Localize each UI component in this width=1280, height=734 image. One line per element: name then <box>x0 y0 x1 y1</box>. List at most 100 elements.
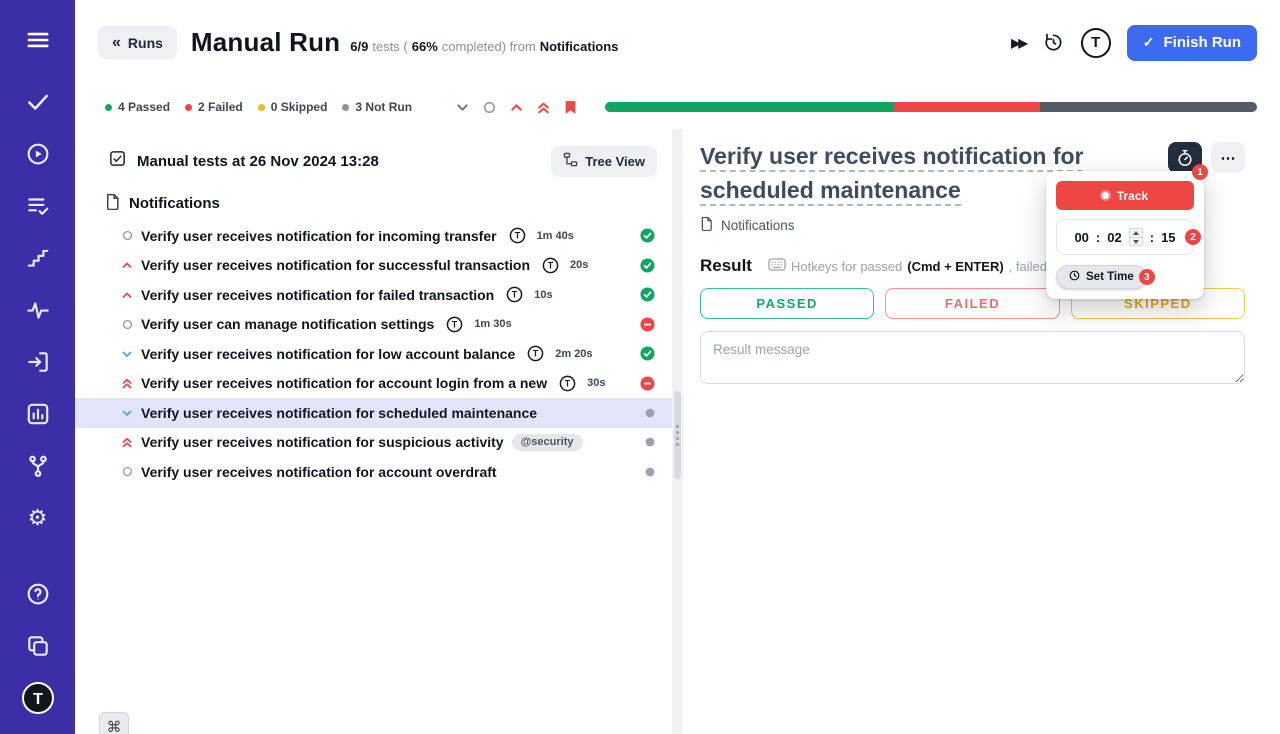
testomat-logo-badge[interactable]: T <box>1080 27 1111 58</box>
priority-low-icon <box>121 348 133 360</box>
test-duration: 1m 40s <box>536 229 574 242</box>
test-row[interactable]: Verify user receives notification for ac… <box>75 369 672 399</box>
bookmark-flag-icon[interactable] <box>561 98 579 116</box>
stepper-down-icon[interactable] <box>1129 237 1142 245</box>
track-time-button[interactable]: Track <box>1056 181 1194 210</box>
test-row[interactable]: Verify user receives notification for lo… <box>75 339 672 369</box>
test-row[interactable]: Verify user receives notification for sc… <box>75 398 672 428</box>
test-duration: 10s <box>534 288 553 301</box>
sidebar: ⚙ T <box>0 0 75 734</box>
count-passed[interactable]: 4 Passed <box>105 100 170 114</box>
testomat-logo[interactable]: T <box>20 680 56 716</box>
stepper-up-icon[interactable] <box>1129 229 1142 237</box>
document-icon <box>105 193 120 214</box>
more-options-button[interactable]: ⋯ <box>1211 142 1245 173</box>
breadcrumb-label: Notifications <box>721 217 795 233</box>
testomat-logo-icon: T <box>527 345 544 362</box>
source-suite: Notifications <box>539 39 619 54</box>
back-to-runs-button[interactable]: « Runs <box>98 26 177 59</box>
documents-icon[interactable] <box>20 628 56 664</box>
svg-text:T: T <box>514 231 520 241</box>
percent-complete: 66% <box>411 39 438 54</box>
step-badge-1: 1 <box>1192 164 1208 180</box>
help-icon[interactable] <box>20 576 56 612</box>
resizer-handle[interactable] <box>674 391 681 479</box>
ellipsis-icon: ⋯ <box>1220 149 1236 167</box>
test-row[interactable]: Verify user receives notification for su… <box>75 251 672 281</box>
status-notrun-icon <box>645 467 655 477</box>
set-time-button[interactable]: Set Time 3 <box>1056 265 1155 289</box>
chevron-down-icon[interactable] <box>453 98 471 116</box>
test-duration: 30s <box>587 377 606 390</box>
rerun-timer-icon[interactable] <box>1042 31 1065 54</box>
test-tag[interactable]: @security <box>511 433 583 451</box>
run-progress-bar[interactable] <box>605 102 1257 112</box>
status-passed-icon <box>640 346 655 361</box>
testomat-logo-icon: T <box>559 375 576 392</box>
result-heading: Result <box>700 256 752 275</box>
test-title: Verify user receives notification for sc… <box>141 404 538 421</box>
milestones-icon[interactable] <box>20 240 56 276</box>
runs-play-icon[interactable] <box>20 136 56 172</box>
count-notrun[interactable]: 3 Not Run <box>342 100 412 114</box>
tree-view-icon <box>563 152 578 170</box>
panel-resizer[interactable] <box>672 129 683 734</box>
priority-normal-filter-icon[interactable] <box>480 98 498 116</box>
priority-critical-filter-icon[interactable] <box>534 98 552 116</box>
fast-forward-icon[interactable]: ▶▶ <box>1011 36 1028 50</box>
run-clipboard-icon <box>108 149 127 173</box>
pulse-icon[interactable] <box>20 292 56 328</box>
branches-icon[interactable] <box>20 448 56 484</box>
test-duration: 20s <box>570 259 589 272</box>
time-seconds[interactable]: 15 <box>1161 230 1175 245</box>
tests-fraction: 6/9 <box>350 39 369 54</box>
record-dot-icon <box>1101 192 1109 199</box>
run-name: Manual tests at 26 Nov 2024 13:28 <box>137 152 379 170</box>
tests-check-icon[interactable] <box>20 84 56 120</box>
minutes-stepper[interactable] <box>1128 228 1143 246</box>
test-row[interactable]: Verify user receives notification for su… <box>75 428 672 458</box>
priority-critical-icon <box>121 377 133 390</box>
settings-gear-icon[interactable]: ⚙ <box>20 500 56 536</box>
testomat-logo-icon: T <box>506 286 523 303</box>
mark-failed-button[interactable]: FAILED <box>885 288 1060 319</box>
finish-run-button[interactable]: ✓ Finish Run <box>1126 24 1257 61</box>
progress-failed-segment <box>894 102 1040 112</box>
menu-icon[interactable] <box>20 22 56 58</box>
test-title: Verify user receives notification for ac… <box>141 375 548 392</box>
test-row[interactable]: Verify user receives notification for fa… <box>75 280 672 310</box>
tree-view-button[interactable]: Tree View <box>551 145 657 177</box>
status-passed-icon <box>640 228 655 243</box>
svg-text:T: T <box>512 290 518 300</box>
priority-low-icon <box>121 407 133 419</box>
stopwatch-button[interactable]: 1 <box>1168 142 1208 180</box>
count-failed[interactable]: 2 Failed <box>185 100 243 114</box>
time-hours[interactable]: 00 <box>1074 230 1088 245</box>
mark-passed-button[interactable]: PASSED <box>700 288 875 319</box>
status-notrun-icon <box>645 408 655 418</box>
priority-critical-icon <box>121 436 133 449</box>
suite-header[interactable]: Notifications <box>75 187 672 219</box>
test-row[interactable]: Verify user can manage notification sett… <box>75 310 672 340</box>
import-icon[interactable] <box>20 344 56 380</box>
command-shortcut-button[interactable]: ⌘ <box>99 712 129 734</box>
priority-normal-icon <box>121 319 133 330</box>
test-title: Verify user receives notification for in… <box>141 227 497 244</box>
main-area: « Runs Manual Run 6/9 tests ( 66% comple… <box>75 0 1280 734</box>
result-message-input[interactable] <box>700 331 1245 384</box>
analytics-icon[interactable] <box>20 396 56 432</box>
page-title: Manual Run <box>190 27 341 57</box>
statusbar: 4 Passed 2 Failed 0 Skipped 3 Not Run <box>75 85 1280 129</box>
test-row[interactable]: Verify user receives notification for in… <box>75 221 672 251</box>
time-input-group[interactable]: 00 : 02 : 15 2 <box>1056 219 1201 255</box>
count-skipped[interactable]: 0 Skipped <box>257 100 327 114</box>
keyboard-icon <box>768 258 786 274</box>
priority-high-filter-icon[interactable] <box>507 98 525 116</box>
command-icon: ⌘ <box>106 718 122 734</box>
app-window: ⚙ T « Runs Manual Run 6/9 tests ( 66% co… <box>0 0 1280 734</box>
suite-name: Notifications <box>129 194 220 212</box>
priority-high-icon <box>121 289 133 301</box>
test-row[interactable]: Verify user receives notification for ac… <box>75 457 672 487</box>
test-plans-icon[interactable] <box>20 188 56 224</box>
time-minutes[interactable]: 02 <box>1107 230 1121 245</box>
